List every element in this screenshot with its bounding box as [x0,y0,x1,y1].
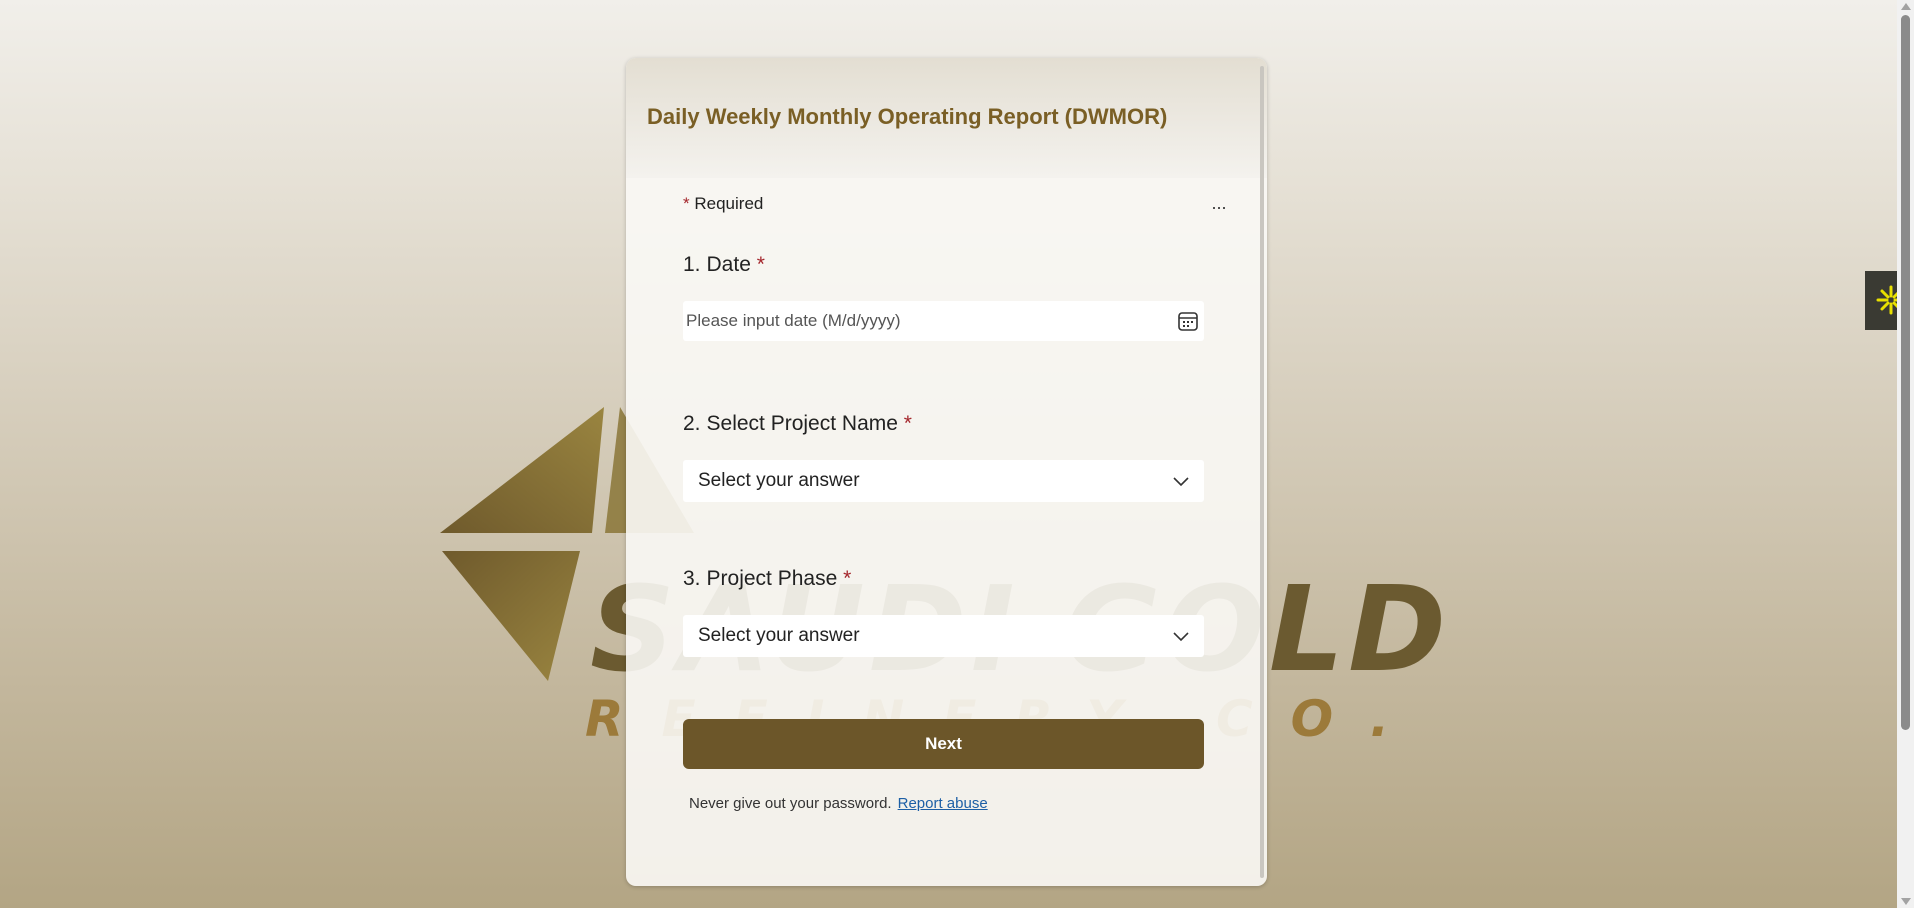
required-label: Required [694,194,764,213]
footer-note: Never give out your password. Report abus… [689,795,988,812]
chevron-down-icon [1173,632,1189,642]
more-options-button[interactable]: ... [1204,194,1234,218]
form-card: Daily Weekly Monthly Operating Report (D… [626,58,1267,886]
page-scrollbar[interactable] [1897,0,1914,908]
required-star: * [756,253,765,276]
required-star: * [903,412,912,435]
date-input[interactable] [683,301,1146,341]
required-star: * [843,567,852,590]
question-label: Select Project Name [706,412,898,435]
report-abuse-link[interactable]: Report abuse [898,795,988,812]
calendar-icon[interactable] [1176,309,1200,333]
question-project-name-title: 2. Select Project Name * [683,412,912,436]
form-title: Daily Weekly Monthly Operating Report (D… [647,104,1168,129]
required-star: * [683,194,690,213]
question-number: 1. [683,253,701,276]
question-number: 2. [683,412,701,435]
question-label: Project Phase [706,567,838,590]
card-scrollbar[interactable] [1260,66,1264,878]
question-number: 3. [683,567,701,590]
project-name-dropdown[interactable]: Select your answer [683,460,1204,502]
dropdown-value: Select your answer [698,625,860,646]
date-field [683,301,1204,341]
question-label: Date [706,253,751,276]
scroll-up-arrow-icon[interactable] [1901,3,1911,10]
password-warning: Never give out your password. [689,795,892,812]
question-date-title: 1. Date * [683,253,765,277]
next-button[interactable]: Next [683,719,1204,769]
required-note: * Required [683,194,763,214]
project-phase-dropdown[interactable]: Select your answer [683,615,1204,657]
chevron-down-icon [1173,477,1189,487]
question-project-phase-title: 3. Project Phase * [683,567,851,591]
scroll-thumb[interactable] [1901,15,1910,730]
scroll-down-arrow-icon[interactable] [1901,898,1911,905]
dropdown-value: Select your answer [698,470,860,491]
